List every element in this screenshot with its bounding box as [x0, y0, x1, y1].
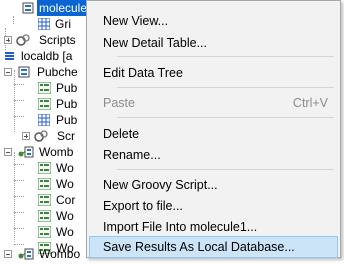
tree-item-form-view[interactable]: Wo	[0, 160, 100, 176]
molecule-icon	[18, 146, 34, 158]
menu-item-edit-data-tree[interactable]: Edit Data Tree	[89, 62, 338, 84]
tree-item-grid-view[interactable]: Gri	[0, 16, 100, 32]
grid-view-icon	[37, 113, 51, 127]
menu-item-new-detail-table[interactable]: New Detail Table...	[89, 32, 338, 54]
menu-item-new-groovy-script[interactable]: New Groovy Script...	[89, 174, 338, 196]
menu-separator	[117, 117, 334, 118]
molecule-icon	[18, 66, 30, 78]
menu-item-paste[interactable]: Paste Ctrl+V	[89, 92, 338, 114]
paste-shortcut: Ctrl+V	[292, 96, 328, 110]
tree-item-pubchem[interactable]: Pubche	[0, 64, 100, 80]
tree-item-label: Wo	[56, 209, 74, 223]
tree-item-label: Pub	[56, 113, 78, 127]
expand-icon[interactable]	[22, 132, 30, 140]
database-icon	[4, 50, 16, 62]
tree-item-label: Pubche	[37, 65, 78, 79]
tree-item-womb[interactable]: Womb	[0, 144, 100, 160]
project-tree: molecule1 Gri Scripts localdb [a Pubche	[0, 0, 100, 262]
tree-item-label: Pub	[56, 97, 78, 111]
tree-item-label: Cor	[56, 193, 76, 207]
form-view-icon	[37, 81, 52, 95]
tree-item-label: localdb [a	[21, 49, 73, 63]
menu-item-export-to-file[interactable]: Export to file...	[89, 195, 338, 217]
collapse-icon[interactable]	[4, 250, 12, 258]
molecule-icon	[22, 2, 34, 14]
form-view-icon	[37, 97, 52, 111]
grid-view-icon	[37, 17, 51, 31]
form-view-icon	[37, 225, 52, 239]
form-view-icon	[37, 193, 52, 207]
tree-item-form-view[interactable]: Wo	[0, 208, 100, 224]
menu-item-save-results-as-local-database[interactable]: Save Results As Local Database...	[89, 236, 338, 258]
context-menu: New View... New Detail Table... Edit Dat…	[86, 0, 341, 258]
menu-item-delete[interactable]: Delete	[89, 123, 338, 145]
scripts-icon	[34, 130, 48, 142]
tree-item-label: Scripts	[39, 33, 76, 47]
tree-item-label: Pub	[56, 81, 78, 95]
form-view-icon	[37, 177, 52, 191]
menu-item-import-file[interactable]: Import File Into molecule1...	[89, 216, 338, 238]
form-view-icon	[37, 209, 52, 223]
tree-item-grid-view[interactable]: Pub	[0, 112, 100, 128]
tree-item-label: Womb	[39, 145, 74, 159]
tree-item-molecule1[interactable]: molecule1	[0, 0, 100, 16]
menu-separator	[117, 56, 334, 57]
menu-item-new-view[interactable]: New View...	[89, 10, 338, 32]
tree-item-form-view[interactable]: Wo	[0, 176, 100, 192]
expand-icon[interactable]	[4, 36, 12, 44]
tree-item-form-view[interactable]: Pub	[0, 80, 100, 96]
tree-item-label: Gri	[55, 17, 71, 31]
tree-item-label: Wombo	[39, 247, 81, 261]
menu-item-rename[interactable]: Rename...	[89, 144, 338, 166]
tree-item-form-view[interactable]: Cor	[0, 192, 100, 208]
tree-item-form-view[interactable]: Wo	[0, 224, 100, 240]
menu-separator	[117, 169, 334, 170]
tree-item-label: Wo	[56, 225, 74, 239]
tree-item-label: Wo	[56, 177, 74, 191]
form-view-icon	[37, 161, 52, 175]
tree-item-label: Scr	[57, 129, 75, 143]
tree-item-form-view[interactable]: Pub	[0, 96, 100, 112]
tree-item-scripts[interactable]: Scr	[0, 128, 100, 144]
collapse-icon[interactable]	[4, 68, 12, 76]
molecule-icon	[18, 248, 34, 260]
tree-item-label: Wo	[56, 161, 74, 175]
tree-item-wombo[interactable]: Wombo	[0, 246, 100, 262]
menu-separator	[117, 87, 334, 88]
scripts-icon	[16, 34, 30, 46]
tree-item-scripts[interactable]: Scripts	[0, 32, 100, 48]
collapse-icon[interactable]	[4, 148, 12, 156]
tree-item-localdb[interactable]: localdb [a	[0, 48, 100, 64]
